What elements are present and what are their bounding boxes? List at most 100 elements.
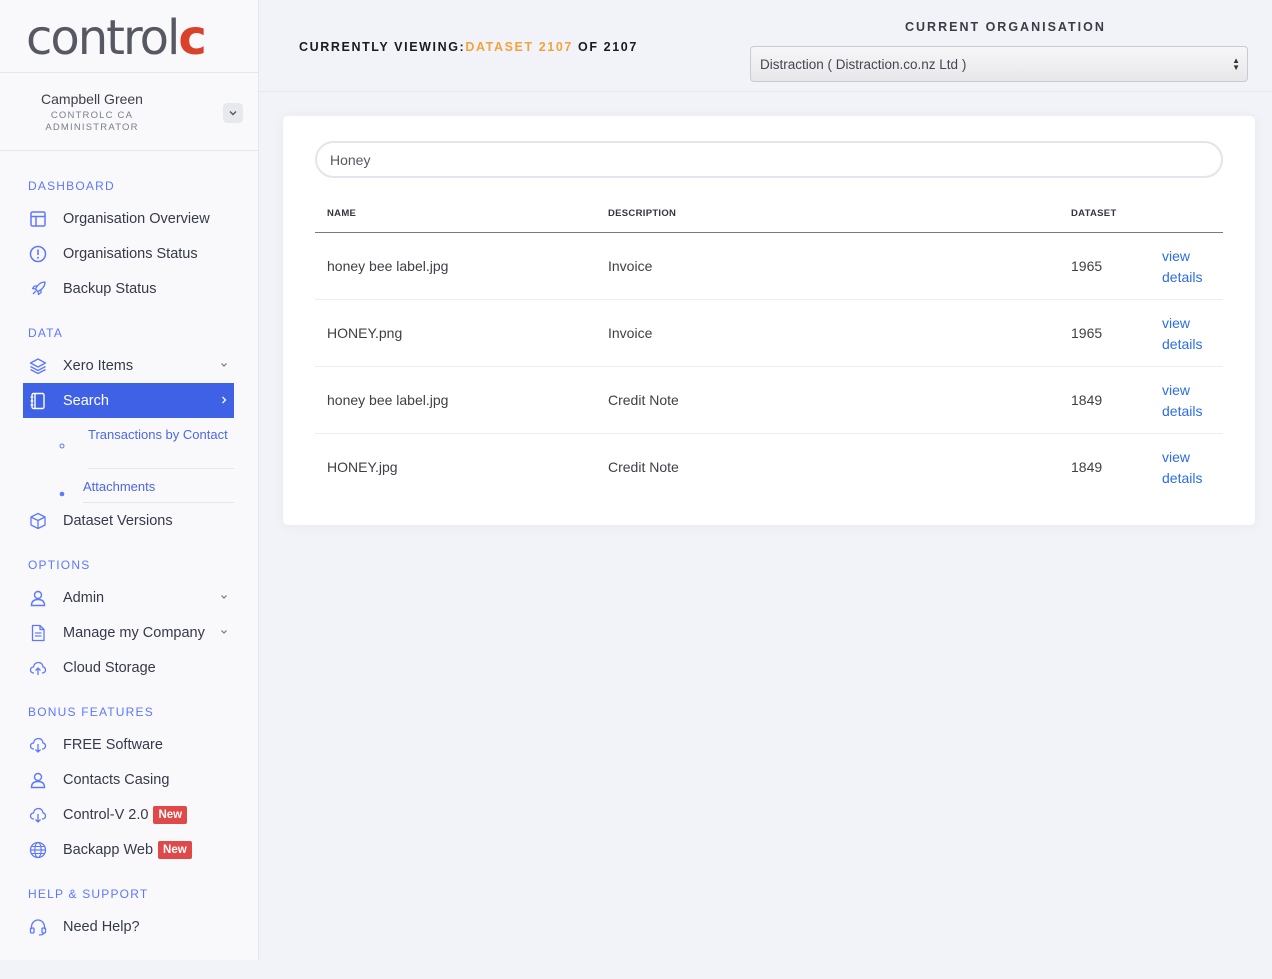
- nav-control-v[interactable]: Control-V 2.0 New: [23, 797, 234, 832]
- nav-xero-items[interactable]: Xero Items: [23, 348, 234, 383]
- nav-label: FREE Software: [63, 736, 163, 753]
- nav-label: Dataset Versions: [63, 512, 173, 529]
- view-details-link[interactable]: view details: [1162, 246, 1222, 288]
- nav-label: Backapp Web: [63, 841, 154, 858]
- layout-icon: [28, 209, 48, 229]
- cell-dataset: 1849: [1071, 459, 1103, 475]
- nav-label: Xero Items: [63, 357, 134, 374]
- table-row: honey bee label.jpg Credit Note 1849 vie…: [315, 367, 1223, 434]
- nav-admin[interactable]: Admin: [23, 580, 234, 615]
- logo-accent-text: c: [178, 10, 206, 66]
- current-organisation-title: CURRENT ORGANISATION: [905, 20, 1106, 34]
- cell-dataset: 1849: [1071, 392, 1103, 408]
- user-icon: [28, 770, 48, 790]
- rocket-icon: [28, 279, 48, 299]
- column-header-description: DESCRIPTION: [608, 208, 677, 219]
- cell-name: HONEY.png: [327, 325, 403, 341]
- nav-dataset-versions[interactable]: Dataset Versions: [23, 503, 234, 538]
- bullet-icon: [59, 484, 65, 502]
- select-arrows-icon: ▲ ▼: [1232, 56, 1240, 72]
- viewing-of: OF 2107: [578, 40, 638, 54]
- cell-dataset: 1965: [1071, 325, 1103, 341]
- logo-main-text: control: [26, 10, 180, 66]
- new-badge: New: [153, 805, 188, 824]
- section-bonus-features: BONUS FEATURES: [28, 705, 154, 719]
- currently-viewing: CURRENTLY VIEWING:DATASET 2107 OF 2107: [299, 40, 638, 54]
- nav-label: Need Help?: [63, 918, 140, 935]
- table-row: HONEY.jpg Credit Note 1849 view details: [315, 434, 1223, 501]
- view-details-link[interactable]: view details: [1162, 380, 1222, 422]
- nav-backapp-web[interactable]: Backapp Web New: [23, 832, 234, 867]
- chevron-right-icon: [222, 396, 227, 404]
- notebook-icon: [28, 391, 48, 411]
- cell-dataset: 1965: [1071, 258, 1103, 274]
- nav-free-software[interactable]: FREE Software: [23, 727, 234, 762]
- view-details-link[interactable]: view details: [1162, 447, 1222, 489]
- cell-description: Invoice: [608, 258, 653, 274]
- subnav-attachments[interactable]: Attachments: [83, 477, 234, 503]
- cell-description: Credit Note: [608, 459, 679, 475]
- nav-backup-status[interactable]: Backup Status: [23, 271, 234, 306]
- logo[interactable]: controlc: [0, 0, 258, 73]
- bullet-icon: [59, 436, 65, 454]
- document-icon: [28, 623, 48, 643]
- view-details-link[interactable]: view details: [1162, 313, 1222, 355]
- nav-label: Backup Status: [63, 280, 157, 297]
- cell-description: Credit Note: [608, 392, 679, 408]
- cell-description: Invoice: [608, 325, 653, 341]
- nav-need-help[interactable]: Need Help?: [23, 909, 234, 944]
- column-header-name: NAME: [327, 208, 357, 219]
- section-dashboard: DASHBOARD: [28, 179, 115, 193]
- sidebar: controlc Campbell Green CONTROLC CA ADMI…: [0, 0, 259, 960]
- new-badge: New: [158, 840, 192, 859]
- headset-icon: [28, 917, 48, 937]
- nav-label: Search: [63, 392, 109, 409]
- layers-icon: [28, 356, 48, 376]
- table-row: HONEY.png Invoice 1965 view details: [315, 300, 1223, 367]
- chevron-down-icon: [221, 595, 227, 599]
- nav-organisation-overview[interactable]: Organisation Overview: [23, 201, 234, 236]
- nav-label: Organisations Status: [63, 245, 198, 262]
- box-icon: [28, 511, 48, 531]
- cloud-download-icon: [28, 735, 48, 755]
- cell-name: honey bee label.jpg: [327, 392, 449, 408]
- section-data: DATA: [28, 326, 64, 340]
- search-results-card: Honey NAME DESCRIPTION DATASET honey bee…: [283, 116, 1255, 525]
- nav-cloud-storage[interactable]: Cloud Storage: [23, 650, 234, 685]
- chevron-down-icon: [221, 630, 227, 634]
- user-menu-toggle[interactable]: [223, 103, 243, 123]
- info-circle-icon: [28, 244, 48, 264]
- nav-organisations-status[interactable]: Organisations Status: [23, 236, 234, 271]
- user-icon: [28, 588, 48, 608]
- organisation-select[interactable]: Distraction ( Distraction.co.nz Ltd ) ▲ ▼: [750, 46, 1248, 82]
- nav-label: Cloud Storage: [63, 659, 156, 676]
- nav-label: Manage my Company: [63, 624, 205, 641]
- cell-name: HONEY.jpg: [327, 459, 398, 475]
- subnav-transactions-by-contact[interactable]: Transactions by Contact: [88, 425, 234, 469]
- section-options: OPTIONS: [28, 558, 91, 572]
- column-header-dataset: DATASET: [1071, 208, 1117, 219]
- nav-label: Control-V 2.0: [63, 806, 149, 823]
- cloud-download-icon: [28, 805, 48, 825]
- user-name: Campbell Green: [41, 91, 143, 107]
- section-help-support: HELP & SUPPORT: [28, 887, 149, 901]
- nav-label: Admin: [63, 589, 105, 606]
- cell-name: honey bee label.jpg: [327, 258, 449, 274]
- topbar: CURRENTLY VIEWING:DATASET 2107 OF 2107 C…: [259, 0, 1272, 92]
- globe-icon: [28, 840, 48, 860]
- user-panel: Campbell Green CONTROLC CA ADMINISTRATOR: [0, 73, 258, 151]
- search-input[interactable]: Honey: [315, 141, 1223, 178]
- nav-search[interactable]: Search: [23, 383, 234, 418]
- nav-contacts-casing[interactable]: Contacts Casing: [23, 762, 234, 797]
- organisation-select-value: Distraction ( Distraction.co.nz Ltd ): [760, 57, 967, 72]
- nav-manage-my-company[interactable]: Manage my Company: [23, 615, 234, 650]
- cloud-upload-icon: [28, 658, 48, 678]
- user-role-line2: ADMINISTRATOR: [45, 122, 139, 133]
- nav-label: Organisation Overview: [63, 210, 210, 227]
- viewing-dataset: DATASET 2107: [465, 40, 573, 54]
- chevron-down-icon: [229, 111, 237, 116]
- user-role-line1: CONTROLC CA: [50, 110, 134, 121]
- table-row: honey bee label.jpg Invoice 1965 view det…: [315, 233, 1223, 300]
- chevron-down-icon: [221, 363, 227, 367]
- viewing-label: CURRENTLY VIEWING:: [299, 40, 466, 54]
